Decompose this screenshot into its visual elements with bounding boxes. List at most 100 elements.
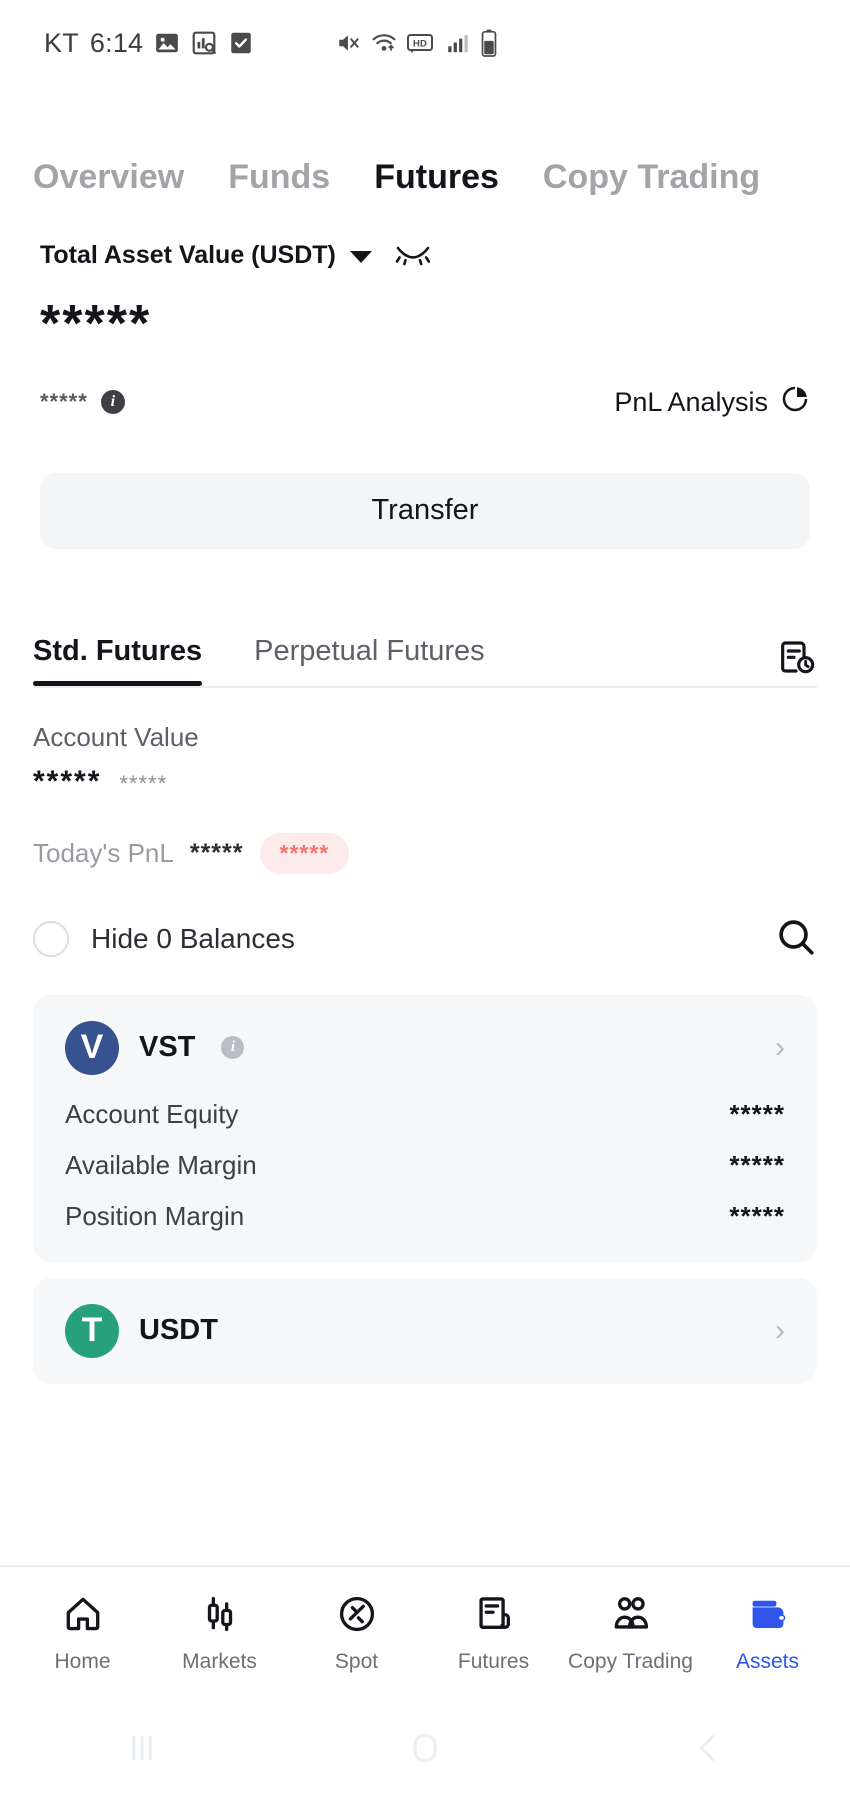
account-value-amount: ***** — [33, 764, 102, 798]
total-asset-label: Total Asset Value (USDT) — [40, 241, 336, 269]
row-label: Available Margin — [65, 1149, 257, 1180]
home-icon — [62, 1593, 104, 1640]
coin-symbol: USDT — [139, 1314, 218, 1347]
chart-search-icon — [191, 30, 217, 56]
coin-list: V VST i › Account Equity ***** Available… — [0, 963, 850, 1384]
system-navigation-bar[interactable] — [0, 1700, 850, 1795]
wifi-icon — [371, 30, 397, 56]
chevron-right-icon[interactable]: › — [775, 1315, 785, 1346]
hd-icon: HD — [406, 30, 436, 56]
status-bar-left: KT 6:14 — [44, 28, 254, 59]
row-account-equity: Account Equity ***** — [65, 1099, 785, 1130]
todays-pnl-percent-badge: ***** — [259, 832, 350, 874]
hide-zero-balances-checkbox[interactable] — [33, 921, 69, 958]
nav-label: Assets — [735, 1650, 800, 1673]
account-value-label: Account Value — [33, 721, 199, 752]
row-label: Position Margin — [65, 1200, 245, 1231]
row-position-margin: Position Margin ***** — [65, 1201, 785, 1232]
nav-home[interactable]: Home — [14, 1593, 151, 1674]
nav-label: Home — [54, 1650, 111, 1673]
nav-markets[interactable]: Markets — [151, 1593, 288, 1674]
nav-label: Futures — [457, 1650, 530, 1673]
checkbox-checked-icon — [228, 30, 254, 56]
row-value: ***** — [729, 1200, 785, 1231]
mute-vibrate-icon — [336, 30, 362, 56]
todays-pnl-row: Today's PnL ***** ***** — [33, 832, 817, 874]
asset-sub-left: ***** i — [40, 389, 125, 415]
nav-label: Markets — [182, 1650, 257, 1673]
row-label: Account Equity — [65, 1098, 239, 1129]
nav-spot[interactable]: Spot — [288, 1593, 425, 1674]
hide-zero-balances-label: Hide 0 Balances — [91, 923, 295, 955]
asset-sub-value: ***** — [40, 389, 88, 415]
row-available-margin: Available Margin ***** — [65, 1150, 785, 1181]
tab-overview[interactable]: Overview — [33, 160, 184, 198]
coin-card-vst[interactable]: V VST i › Account Equity ***** Available… — [33, 994, 817, 1262]
nav-label: Copy Trading — [568, 1650, 693, 1673]
svg-text:HD: HD — [413, 38, 427, 49]
carrier-label: KT — [44, 27, 79, 58]
tab-futures[interactable]: Futures — [374, 160, 499, 198]
pnl-analysis-button[interactable]: PnL Analysis — [614, 384, 810, 421]
account-value-secondary: ***** — [119, 770, 168, 796]
signal-icon — [445, 30, 471, 56]
coin-card-header[interactable]: V VST i › — [65, 1020, 785, 1075]
subtab-list[interactable]: Std. Futures Perpetual Futures — [33, 635, 817, 686]
coin-symbol: VST — [139, 1031, 196, 1064]
candlestick-icon — [199, 1593, 241, 1640]
account-value-row: ***** ***** — [33, 765, 817, 799]
subtab-perpetual-futures[interactable]: Perpetual Futures — [254, 635, 485, 686]
asset-sub-row: ***** i PnL Analysis — [40, 384, 810, 421]
nav-copy-trading[interactable]: Copy Trading — [562, 1593, 699, 1674]
hide-zero-balances-control[interactable]: Hide 0 Balances — [33, 921, 295, 958]
image-icon — [154, 30, 180, 56]
spot-trade-icon — [336, 1593, 378, 1640]
home-circle-icon[interactable] — [365, 1728, 485, 1768]
contract-icon — [473, 1593, 515, 1640]
clock-label: 6:14 — [89, 27, 144, 58]
wallet-icon — [747, 1593, 789, 1640]
coin-detail-rows: Account Equity ***** Available Margin **… — [65, 1099, 785, 1232]
pnl-analysis-label: PnL Analysis — [614, 386, 768, 417]
eye-off-icon[interactable] — [394, 240, 432, 271]
top-tab-bar[interactable]: Overview Funds Futures Copy Trading — [0, 86, 850, 198]
nav-assets[interactable]: Assets — [699, 1593, 836, 1674]
bottom-navigation[interactable]: Home Markets Spot Futures Copy Trading A… — [0, 1565, 850, 1700]
chevron-down-icon[interactable] — [349, 251, 372, 263]
todays-pnl-label: Today's PnL — [33, 837, 174, 868]
transfer-button[interactable]: Transfer — [40, 472, 810, 549]
usdt-logo-icon: T — [65, 1303, 119, 1358]
vst-logo-icon: V — [65, 1020, 119, 1075]
coin-identity: V VST i — [65, 1020, 245, 1075]
subtab-divider — [33, 685, 817, 688]
order-history-icon[interactable] — [777, 637, 817, 682]
balance-filter-row: Hide 0 Balances — [0, 874, 850, 963]
info-icon[interactable]: i — [100, 390, 125, 415]
tab-funds[interactable]: Funds — [228, 160, 330, 198]
transfer-section: Transfer — [0, 421, 850, 549]
subtab-std-futures[interactable]: Std. Futures — [33, 635, 203, 686]
status-bar-right: HD — [336, 29, 498, 57]
account-value-section: Account Value ***** ***** Today's PnL **… — [0, 688, 850, 874]
row-value: ***** — [729, 1098, 785, 1129]
nav-futures[interactable]: Futures — [425, 1593, 562, 1674]
search-icon[interactable] — [775, 916, 817, 963]
coin-identity: T USDT — [65, 1303, 218, 1358]
coin-info-icon[interactable]: i — [221, 1036, 245, 1060]
nav-label: Spot — [334, 1650, 379, 1673]
chevron-right-icon[interactable]: › — [775, 1032, 785, 1063]
total-asset-value: ***** — [40, 295, 152, 353]
tab-copy-trading[interactable]: Copy Trading — [543, 160, 760, 198]
todays-pnl-value: ***** — [189, 838, 244, 867]
battery-icon — [480, 29, 498, 57]
app-screen: KT 6:14 HD Overview Funds Futures Copy T… — [0, 0, 850, 1795]
coin-card-header[interactable]: T USDT › — [65, 1303, 785, 1358]
back-icon[interactable] — [648, 1728, 768, 1768]
row-value: ***** — [729, 1149, 785, 1180]
status-bar: KT 6:14 HD — [0, 0, 850, 86]
coin-card-usdt[interactable]: T USDT › — [33, 1277, 817, 1384]
futures-type-tabs[interactable]: Std. Futures Perpetual Futures — [0, 635, 850, 688]
people-icon — [610, 1593, 652, 1640]
total-asset-label-row[interactable]: Total Asset Value (USDT) — [40, 240, 810, 271]
recents-icon[interactable] — [82, 1728, 202, 1768]
